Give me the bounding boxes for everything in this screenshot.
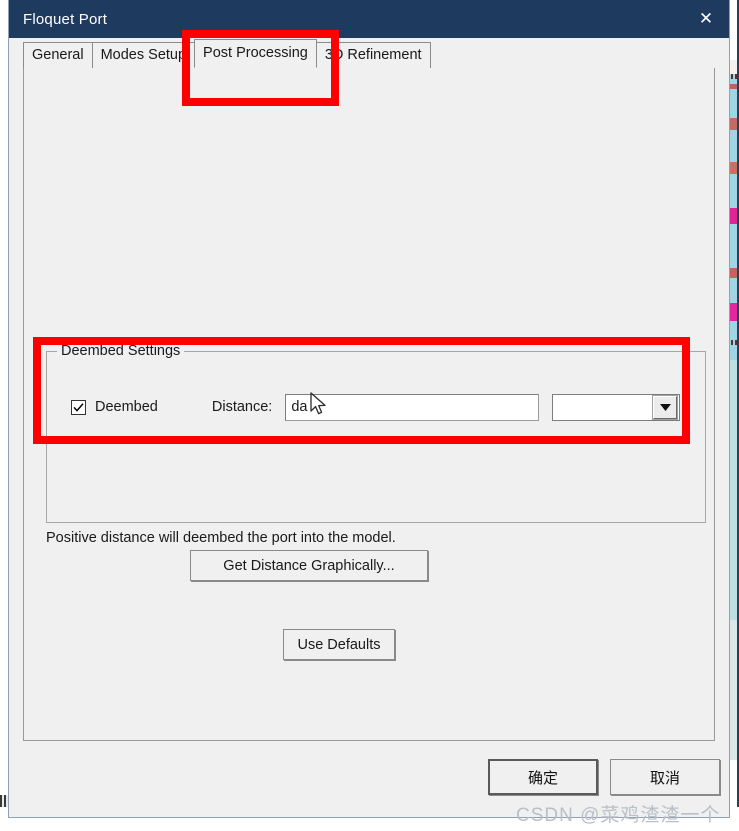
- get-distance-graphically-button[interactable]: Get Distance Graphically...: [190, 550, 428, 581]
- dialog-titlebar: Floquet Port ✕: [9, 0, 729, 38]
- deembed-checkbox[interactable]: [71, 399, 86, 415]
- tab-general[interactable]: General: [23, 42, 93, 68]
- ok-button[interactable]: 确定: [488, 759, 598, 795]
- deembed-settings-legend: Deembed Settings: [57, 343, 185, 359]
- chevron-down-icon[interactable]: [652, 394, 679, 420]
- tab-3d-refinement[interactable]: 3D Refinement: [315, 42, 431, 68]
- dialog-footer: 确定 取消: [9, 741, 729, 817]
- use-defaults-button[interactable]: Use Defaults: [283, 629, 395, 660]
- distance-unit-dropdown[interactable]: [552, 393, 681, 421]
- tab-bar: General Modes Setup Post Processing 3D R…: [9, 38, 729, 68]
- tab-post-processing[interactable]: Post Processing: [194, 39, 317, 68]
- distance-input[interactable]: [285, 393, 540, 421]
- dialog-title: Floquet Port: [23, 10, 108, 28]
- tab-modes-setup[interactable]: Modes Setup: [91, 42, 196, 68]
- deembed-hint-text: Positive distance will deembed the port …: [46, 530, 396, 546]
- deembed-checkbox-row[interactable]: Deembed: [71, 399, 158, 415]
- cancel-button[interactable]: 取消: [610, 759, 720, 795]
- post-processing-panel: Deembed Settings Deembed Distance: da Po…: [23, 67, 715, 741]
- deembed-checkbox-label: Deembed: [95, 399, 158, 415]
- floquet-port-dialog: Floquet Port ✕ General Modes Setup Post …: [8, 0, 730, 818]
- distance-label: Distance:: [211, 399, 273, 415]
- checkmark-icon: [73, 402, 84, 412]
- deembed-settings-row: Deembed Distance:: [47, 392, 705, 422]
- deembed-settings-group: Deembed Settings Deembed Distance:: [46, 343, 706, 523]
- close-icon[interactable]: ✕: [683, 0, 729, 38]
